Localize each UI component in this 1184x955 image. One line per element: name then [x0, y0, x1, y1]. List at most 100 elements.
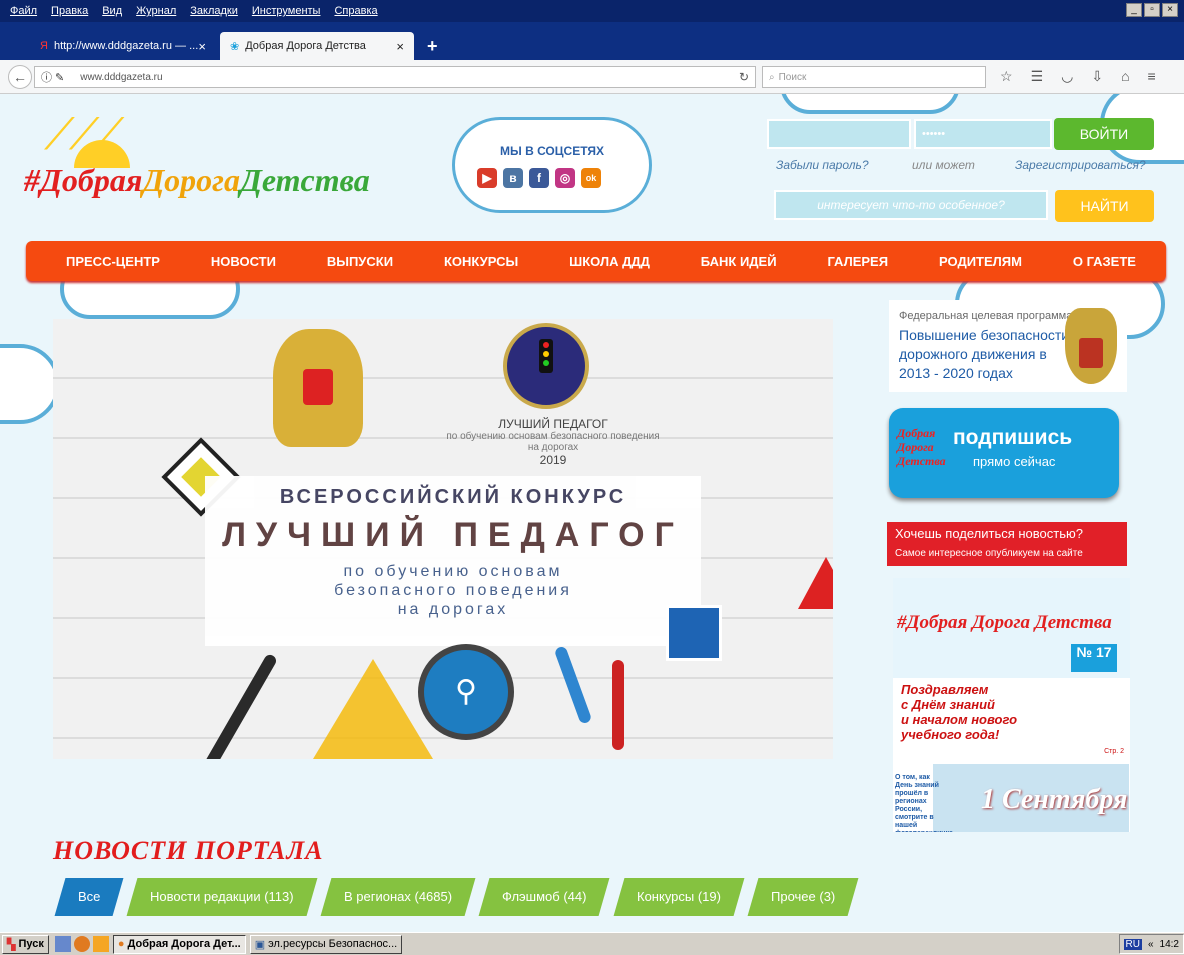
tab-label: Добрая Дорога Детства — [245, 40, 366, 52]
clock: 14:2 — [1159, 938, 1179, 950]
filter-label: В регионах (4685) — [343, 889, 453, 904]
close-button[interactable]: × — [1162, 3, 1178, 17]
pocket-icon[interactable]: ◡ — [1061, 68, 1073, 85]
tab-dobraya-doroga[interactable]: ❀ Добрая Дорога Детства × — [220, 32, 414, 60]
firefox-icon: ● — [117, 938, 125, 950]
reload-icon[interactable]: ↻ — [739, 70, 749, 84]
menu-bookmarks[interactable]: Закладки — [190, 5, 238, 17]
fcp-title-1: Повышение безопасности — [899, 327, 1070, 343]
nav-contests[interactable]: КОНКУРСЫ — [444, 254, 518, 269]
paper-side-text: О том, как День знаний прошёл в регионах… — [895, 774, 953, 832]
filter-all[interactable]: Все — [54, 878, 124, 916]
nav-school[interactable]: ШКОЛА ДДД — [569, 254, 650, 269]
filter-flashmob[interactable]: Флэшмоб (44) — [478, 878, 610, 916]
windows-taskbar: ▚ Пуск ● Добрая Дорога Дет... ▣ эл.ресурсы … — [0, 932, 1184, 955]
mini-logo-text: Добрая Дорога Детства — [897, 426, 946, 468]
mini-logo: Добрая Дорога Детства — [897, 426, 953, 492]
subscribe-banner[interactable]: Добрая Дорога Детства подпишись прямо се… — [889, 408, 1119, 498]
language-indicator[interactable]: RU — [1123, 938, 1142, 950]
nav-about[interactable]: О ГАЗЕТЕ — [1073, 254, 1136, 269]
url-bar[interactable]: ⓘ ✎ www.dddgazeta.ru ↻ — [34, 66, 756, 88]
login-button[interactable]: ВОЙТИ — [1054, 118, 1154, 150]
filter-editorial[interactable]: Новости редакции (113) — [126, 878, 318, 916]
new-tab-button[interactable]: + — [427, 36, 438, 57]
instagram-icon[interactable]: ◎ — [555, 168, 575, 188]
filter-regions[interactable]: В регионах (4685) — [320, 878, 476, 916]
banner-line3a: по обучению основам — [343, 563, 563, 580]
facebook-icon[interactable]: f — [529, 168, 549, 188]
minimize-button[interactable]: _ — [1126, 3, 1142, 17]
taskbar-item-word[interactable]: ▣ эл.ресурсы Безопаснос... — [249, 934, 403, 954]
bookmark-star-icon[interactable]: ☆ — [1000, 68, 1013, 85]
menu-tools[interactable]: Инструменты — [252, 5, 321, 17]
news-filters: Все Новости редакции (113) В регионах (4… — [54, 878, 867, 918]
desktop-icon[interactable] — [54, 936, 71, 952]
children-warning-sign-icon — [798, 557, 833, 609]
site-logo[interactable]: ⟋⟋⟋ #ДобраяДорогаДетства — [24, 110, 404, 210]
start-label: Пуск — [18, 938, 44, 950]
menu-history[interactable]: Журнал — [136, 5, 176, 17]
home-icon[interactable]: ⌂ — [1121, 68, 1129, 85]
forgot-password-link[interactable]: Забыли пароль? — [776, 158, 869, 172]
newspaper-cover[interactable]: #Добрая Дорога Детства № 17 Поздравляем … — [893, 578, 1130, 832]
download-icon[interactable]: ⇩ — [1091, 68, 1103, 85]
youtube-icon[interactable]: ▶ — [477, 168, 497, 188]
hero-banner[interactable]: ЛУЧШИЙ ПЕДАГОГ по обучению основам безоп… — [53, 319, 833, 759]
nav-ideas-bank[interactable]: БАНК ИДЕЙ — [701, 254, 777, 269]
nav-news[interactable]: НОВОСТИ — [211, 254, 276, 269]
site-search-input[interactable]: интересует что-то особенное? — [774, 190, 1048, 220]
tray-icon[interactable]: « — [1148, 939, 1154, 950]
maximize-button[interactable]: ▫ — [1144, 3, 1160, 17]
browser-search-input[interactable]: ⌕ Поиск — [762, 66, 986, 88]
odnoklassniki-icon[interactable]: ok — [581, 168, 601, 188]
site-info-icon[interactable]: ⓘ ✎ — [41, 69, 64, 85]
reading-list-icon[interactable]: ☰ — [1031, 68, 1044, 85]
menu-view[interactable]: Вид — [102, 5, 122, 17]
task-label: эл.ресурсы Безопаснос... — [268, 938, 398, 950]
start-button[interactable]: ▚ Пуск — [2, 934, 49, 954]
greeting-line-4: учебного года! — [901, 727, 1000, 742]
site-search-button[interactable]: НАЙТИ — [1055, 190, 1154, 222]
register-link[interactable]: Зарегистрироваться? — [1015, 158, 1155, 172]
browser-toolbar-icons: ☆ ☰ ◡ ⇩ ⌂ ≡ — [1000, 68, 1156, 85]
fcp-title-3: 2013 - 2020 годах — [899, 365, 1013, 381]
tab-close-icon[interactable]: × — [396, 39, 404, 54]
firefox-icon[interactable] — [73, 936, 90, 952]
pedestrian-crossing-sign-icon — [666, 605, 722, 661]
app-icon[interactable] — [92, 936, 109, 952]
banner-line3: по обучению основам безопасного поведени… — [205, 562, 701, 619]
menu-icon[interactable]: ≡ — [1148, 68, 1156, 85]
browser-menu-bar: Файл Правка Вид Журнал Закладки Инструме… — [0, 0, 1184, 22]
bicycle-sign-icon: ⚲ — [418, 644, 514, 740]
banner-card: ВСЕРОССИЙСКИЙ КОНКУРС ЛУЧШИЙ ПЕДАГОГ по … — [205, 476, 701, 646]
paper-title: #Добрая Дорога Детства — [897, 612, 1112, 633]
share-news-banner[interactable]: Хочешь поделиться новостью? Самое интере… — [887, 522, 1127, 566]
nav-press-center[interactable]: ПРЕСС-ЦЕНТР — [66, 254, 160, 269]
nav-issues[interactable]: ВЫПУСКИ — [327, 254, 393, 269]
yandex-icon: Я — [40, 40, 48, 52]
vk-icon[interactable]: в — [503, 168, 523, 188]
subscribe-subtitle: прямо сейчас — [973, 454, 1056, 469]
menu-edit[interactable]: Правка — [51, 5, 88, 17]
logo-subcaption: по обучению основам безопасного поведени… — [446, 431, 660, 453]
logo-word-1: #Добрая — [24, 162, 143, 198]
paper-september: 1 Сентября — [981, 784, 1128, 815]
tab-close-icon[interactable]: × — [198, 39, 206, 54]
fcp-title-2: дорожного движения в — [899, 346, 1047, 362]
menu-help[interactable]: Справка — [334, 5, 377, 17]
decor-cloud — [0, 344, 60, 424]
back-button[interactable]: ← — [8, 65, 32, 89]
filter-other[interactable]: Прочее (3) — [747, 878, 859, 916]
word-icon: ▣ — [254, 938, 266, 951]
nav-gallery[interactable]: ГАЛЕРЕЯ — [828, 254, 889, 269]
password-input[interactable]: •••••• — [914, 119, 1052, 149]
taskbar-item-firefox[interactable]: ● Добрая Дорога Дет... — [112, 934, 246, 954]
menu-file[interactable]: Файл — [10, 5, 37, 17]
username-input[interactable] — [767, 119, 911, 149]
social-cloud: МЫ В СОЦСЕТЯХ ▶ в f ◎ ok — [452, 117, 652, 213]
tab-dddgazeta-url[interactable]: Я http://www.dddgazeta.ru — ... × — [30, 32, 216, 60]
federal-program-banner[interactable]: Федеральная целевая программа Повышение … — [889, 300, 1127, 392]
nav-parents[interactable]: РОДИТЕЛЯМ — [939, 254, 1022, 269]
filter-contests[interactable]: Конкурсы (19) — [613, 878, 744, 916]
coat-of-arms-icon — [273, 329, 363, 447]
